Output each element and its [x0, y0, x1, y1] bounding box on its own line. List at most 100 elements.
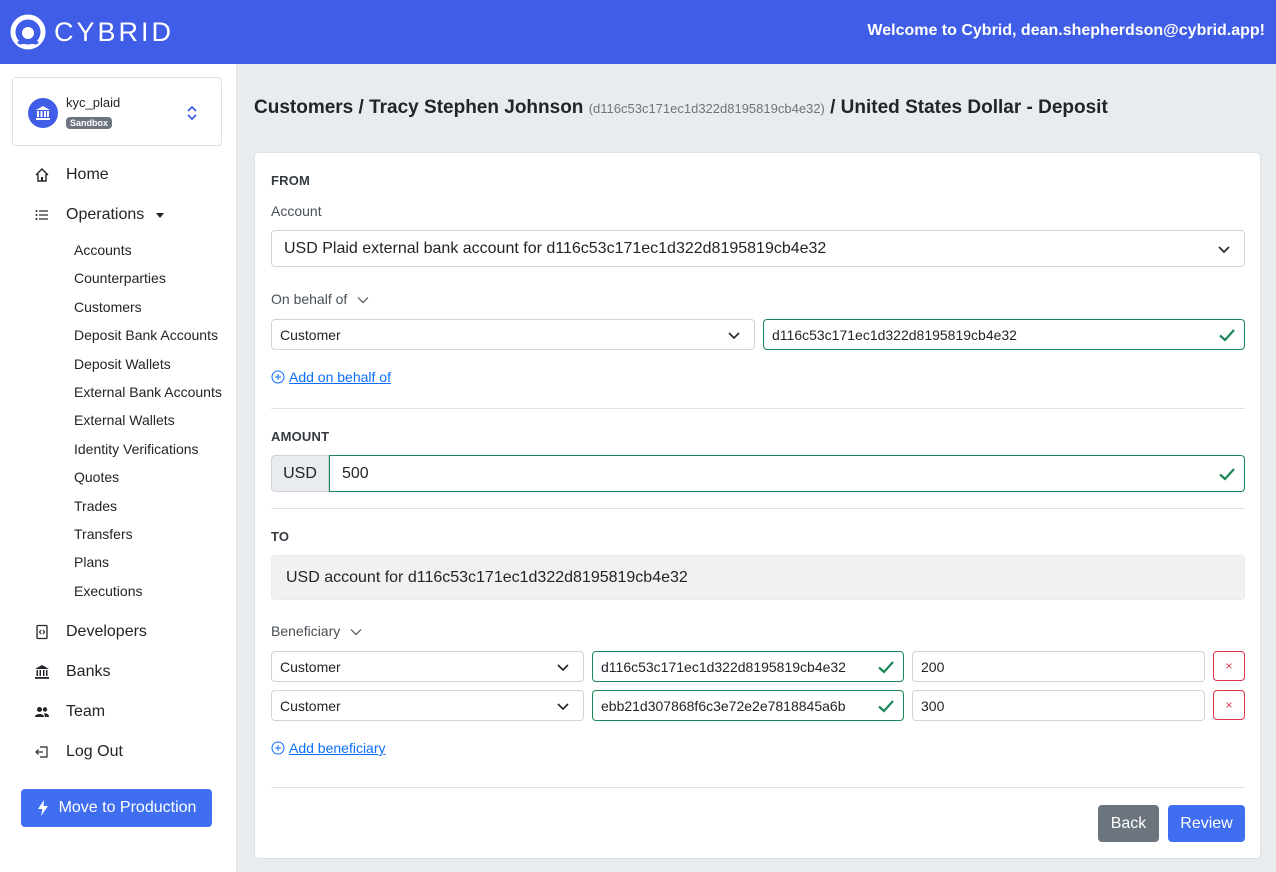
to-section-title: TO — [271, 529, 290, 544]
on-behalf-id-value: d116c53c171ec1d322d8195819cb4e32 — [772, 326, 1017, 343]
nav-identity-verifications[interactable]: Identity Verifications — [74, 441, 199, 457]
bank-name: kyc_plaid — [66, 95, 121, 110]
beneficiary-amount-input[interactable]: 300 — [912, 690, 1205, 721]
nav-executions[interactable]: Executions — [74, 583, 142, 599]
check-icon — [878, 699, 894, 713]
bank-building-icon — [33, 663, 51, 681]
environment-badge: Sandbox — [66, 117, 113, 129]
nav-home-label: Home — [66, 166, 109, 183]
nav-customers[interactable]: Customers — [74, 299, 142, 315]
beneficiary-amount-value: 300 — [921, 697, 945, 714]
nav-operations-label: Operations — [66, 206, 145, 223]
nav-home[interactable]: Home — [33, 166, 109, 184]
nav-banks[interactable]: Banks — [33, 663, 110, 681]
nav-deposit-bank-accounts[interactable]: Deposit Bank Accounts — [74, 327, 218, 343]
bank-selector[interactable]: kyc_plaid Sandbox — [12, 77, 222, 146]
plus-circle-icon — [271, 741, 285, 755]
nav-operations[interactable]: Operations — [33, 206, 165, 224]
nav-logout-label: Log Out — [66, 743, 123, 760]
breadcrumb-customer-id: (d116c53c171ec1d322d8195819cb4e32) — [588, 101, 825, 116]
beneficiary-id-input[interactable]: ebb21d307868f6c3e72e2e7818845a6b — [592, 690, 904, 721]
beneficiary-toggle[interactable]: Beneficiary — [271, 623, 362, 639]
top-bar: CYBRID Welcome to Cybrid, dean.shepherds… — [0, 0, 1276, 64]
move-to-production-label: Move to Production — [58, 799, 197, 816]
back-button[interactable]: Back — [1098, 805, 1159, 842]
brand-name: CYBRID — [54, 16, 175, 47]
from-account-select[interactable]: USD Plaid external bank account for d116… — [271, 230, 1245, 267]
add-beneficiary-link[interactable]: Add beneficiary — [271, 740, 386, 756]
beneficiary-id-value: d116c53c171ec1d322d8195819cb4e32 — [601, 658, 846, 675]
nav-team[interactable]: Team — [33, 703, 105, 721]
breadcrumb-customer[interactable]: Customers / Tracy Stephen Johnson — [254, 97, 583, 118]
account-label: Account — [271, 203, 322, 219]
chevron-down-icon — [728, 331, 740, 339]
brand-logo[interactable]: CYBRID — [10, 14, 174, 50]
to-account-display: USD account for d116c53c171ec1d322d81958… — [271, 555, 1245, 600]
nav-external-wallets[interactable]: External Wallets — [74, 412, 175, 428]
nav-team-label: Team — [66, 703, 106, 720]
add-beneficiary-label: Add beneficiary — [289, 740, 386, 756]
beneficiary-amount-input[interactable]: 200 — [912, 651, 1205, 682]
nav-logout[interactable]: Log Out — [33, 743, 123, 761]
nav-transfers[interactable]: Transfers — [74, 526, 133, 542]
section-divider — [271, 787, 1245, 788]
caret-down-icon — [156, 212, 165, 218]
section-divider — [271, 508, 1245, 509]
page-title: Customers / Tracy Stephen Johnson (d116c… — [254, 97, 1108, 119]
from-section-title: FROM — [271, 173, 311, 188]
section-divider — [271, 408, 1245, 409]
on-behalf-toggle[interactable]: On behalf of — [271, 291, 369, 307]
beneficiary-type-select[interactable]: Customer — [271, 651, 584, 682]
remove-beneficiary-button[interactable]: × — [1213, 651, 1245, 681]
chevron-up-down-icon[interactable] — [185, 103, 199, 123]
add-on-behalf-link[interactable]: Add on behalf of — [271, 369, 391, 385]
nav-accounts[interactable]: Accounts — [74, 242, 132, 258]
bank-icon — [28, 98, 58, 128]
currency-addon: USD — [271, 455, 329, 492]
add-on-behalf-label: Add on behalf of — [289, 369, 391, 385]
from-account-value: USD Plaid external bank account for d116… — [284, 239, 827, 257]
beneficiary-id-value: ebb21d307868f6c3e72e2e7818845a6b — [601, 697, 846, 714]
close-icon: × — [1225, 659, 1233, 673]
beneficiary-id-input[interactable]: d116c53c171ec1d322d8195819cb4e32 — [592, 651, 904, 682]
amount-input[interactable]: 500 — [329, 455, 1245, 492]
nav-external-bank-accounts[interactable]: External Bank Accounts — [74, 384, 222, 400]
breadcrumb-current: / United States Dollar - Deposit — [830, 97, 1108, 118]
check-icon — [1219, 467, 1235, 481]
nav-banks-label: Banks — [66, 663, 111, 680]
beneficiary-type-select[interactable]: Customer — [271, 690, 584, 721]
beneficiary-type-value: Customer — [280, 658, 341, 675]
welcome-message: Welcome to Cybrid, dean.shepherdson@cybr… — [867, 22, 1265, 39]
nav-developers[interactable]: Developers — [33, 623, 147, 641]
remove-beneficiary-button[interactable]: × — [1213, 690, 1245, 720]
chevron-down-icon — [557, 663, 569, 671]
amount-value: 500 — [342, 464, 369, 482]
nav-deposit-wallets[interactable]: Deposit Wallets — [74, 356, 171, 372]
check-icon — [878, 660, 894, 674]
review-button[interactable]: Review — [1168, 805, 1245, 842]
beneficiary-amount-value: 200 — [921, 658, 945, 675]
chevron-down-icon — [1218, 245, 1230, 253]
on-behalf-type-select[interactable]: Customer — [271, 319, 755, 350]
nav-counterparties[interactable]: Counterparties — [74, 270, 166, 286]
plus-circle-icon — [271, 370, 285, 384]
check-icon — [1219, 328, 1235, 342]
move-to-production-button[interactable]: Move to Production — [21, 789, 212, 827]
beneficiary-type-value: Customer — [280, 697, 341, 714]
chevron-down-icon — [350, 629, 362, 636]
nav-plans[interactable]: Plans — [74, 554, 109, 570]
cybrid-logo-icon — [10, 14, 46, 50]
logout-icon — [33, 743, 51, 761]
nav-developers-label: Developers — [66, 623, 147, 640]
lightning-icon — [37, 800, 48, 816]
home-icon — [33, 166, 51, 184]
sidebar: kyc_plaid Sandbox Home Operations Accoun… — [0, 64, 237, 872]
list-icon — [33, 206, 51, 224]
close-icon: × — [1225, 698, 1233, 712]
beneficiary-label: Beneficiary — [271, 623, 341, 639]
on-behalf-id-input[interactable]: d116c53c171ec1d322d8195819cb4e32 — [763, 319, 1245, 350]
amount-section-title: AMOUNT — [271, 429, 330, 444]
nav-trades[interactable]: Trades — [74, 498, 117, 514]
chevron-down-icon — [357, 297, 369, 304]
nav-quotes[interactable]: Quotes — [74, 469, 119, 485]
